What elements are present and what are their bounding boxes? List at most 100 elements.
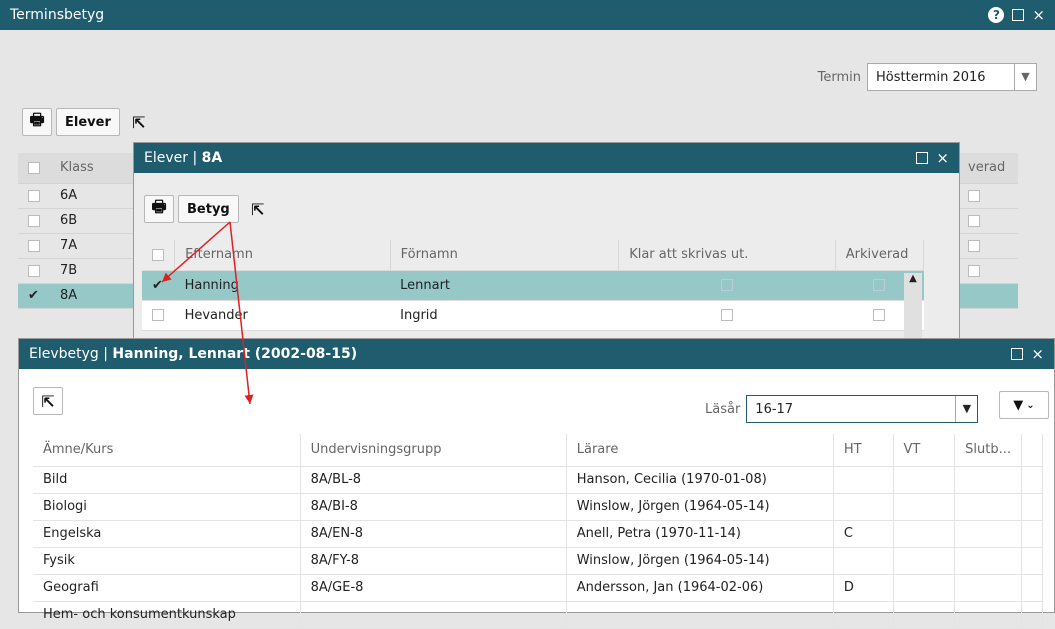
grupp-cell: 8A/FY-8 <box>300 547 567 574</box>
arkiverad-checkbox[interactable] <box>968 264 980 277</box>
column-efternamn[interactable]: Efternamn <box>174 240 391 270</box>
filter-button[interactable]: ▼ ⌄ <box>999 391 1049 419</box>
klar-checkbox[interactable] <box>720 279 733 291</box>
print-button[interactable]: 🖶 <box>22 108 52 136</box>
klar-checkbox[interactable] <box>720 309 733 321</box>
arkiverad-checkbox[interactable] <box>968 214 980 227</box>
print-icon: 🖶 <box>29 109 45 129</box>
column-arkiverad[interactable]: Arkiverad <box>835 240 925 270</box>
larare-cell: Hanson, Cecilia (1970-01-08) <box>566 466 834 493</box>
column-grupp[interactable]: Undervisningsgrupp <box>300 434 567 466</box>
ht-cell[interactable] <box>833 547 894 574</box>
grupp-cell <box>300 601 567 628</box>
slutbetyg-cell[interactable] <box>954 547 1022 574</box>
main-toolbar: 🖶 Elever ⇱ <box>22 108 154 136</box>
table-row[interactable]: Hevander Ingrid <box>142 300 924 330</box>
elevbetyg-titlebar: Elevbetyg | Hanning, Lennart (2002-08-15… <box>19 339 1054 369</box>
slutbetyg-cell[interactable] <box>954 493 1022 520</box>
slutbetyg-cell[interactable] <box>954 520 1022 547</box>
elever-scrollbar[interactable]: ▲ <box>904 273 922 341</box>
amne-cell: Biologi <box>33 493 301 520</box>
table-row[interactable]: Geografi 8A/GE-8 Andersson, Jan (1964-02-0… <box>33 574 1044 601</box>
close-icon[interactable]: × <box>936 149 949 167</box>
ht-cell[interactable] <box>833 466 894 493</box>
amne-cell: Bild <box>33 466 301 493</box>
slutbetyg-cell[interactable] <box>954 466 1022 493</box>
ht-cell[interactable] <box>833 493 894 520</box>
column-ht[interactable]: HT <box>833 434 894 466</box>
export-icon: ⇱ <box>41 391 55 411</box>
elever-header-row: Efternamn Förnamn Klar att skrivas ut. A… <box>142 240 925 270</box>
table-row[interactable]: Fysik 8A/FY-8 Winslow, Jörgen (1964-05-14) <box>33 547 1044 574</box>
checkmark-icon[interactable]: ✔ <box>28 288 39 303</box>
vt-cell[interactable] <box>893 520 956 547</box>
close-icon[interactable]: × <box>1032 6 1045 24</box>
column-arkiverad[interactable]: verad <box>958 153 1018 183</box>
column-larare[interactable]: Lärare <box>566 434 834 466</box>
filter-icon: ▼ <box>1013 397 1024 413</box>
arkiverad-checkbox[interactable] <box>873 309 886 321</box>
arkiverad-checkbox[interactable] <box>968 189 980 202</box>
print-button[interactable]: 🖶 <box>144 195 174 223</box>
lasar-label: Läsår <box>705 401 741 417</box>
table-row-selected[interactable]: ✔ Hanning Lennart <box>142 270 924 300</box>
lasar-dropdown[interactable]: 16-17 ▼ <box>746 395 979 423</box>
maximize-icon[interactable] <box>916 152 929 164</box>
checkmark-icon[interactable]: ✔ <box>152 278 163 293</box>
larare-cell: Anell, Petra (1970-11-14) <box>566 520 834 547</box>
column-klar[interactable]: Klar att skrivas ut. <box>618 240 836 270</box>
chevron-down-icon[interactable]: ▼ <box>955 396 977 422</box>
table-row[interactable]: Hem- och konsumentkunskap <box>33 601 1044 628</box>
amne-cell: Fysik <box>33 547 301 574</box>
row-checkbox[interactable] <box>28 214 40 227</box>
main-titlebar: Terminsbetyg ? × <box>0 0 1055 30</box>
larare-cell: Winslow, Jörgen (1964-05-14) <box>566 493 834 520</box>
export-button[interactable]: ⇱ <box>33 387 63 415</box>
termin-dropdown[interactable]: Hösttermin 2016 ▼ <box>867 63 1037 91</box>
column-amne[interactable]: Ämne/Kurs <box>33 434 301 466</box>
betyg-button[interactable]: Betyg <box>178 195 239 223</box>
column-spacer <box>1021 434 1044 466</box>
elevbetyg-window: Elevbetyg | Hanning, Lennart (2002-08-15… <box>18 338 1055 628</box>
table-row[interactable]: Biologi 8A/BI-8 Winslow, Jörgen (1964-05-1… <box>33 493 1044 520</box>
ht-cell[interactable] <box>833 601 894 628</box>
select-all-checkbox[interactable] <box>18 153 50 183</box>
close-icon[interactable]: × <box>1031 345 1044 363</box>
larare-cell <box>566 601 834 628</box>
table-row[interactable]: Engelska 8A/EN-8 Anell, Petra (1970-11-14)… <box>33 520 1044 547</box>
vt-cell[interactable] <box>893 493 956 520</box>
column-slutbetyg[interactable]: Slutb... <box>954 434 1022 466</box>
amne-cell: Hem- och konsumentkunskap <box>33 601 301 628</box>
vt-cell[interactable] <box>893 574 956 601</box>
row-checkbox[interactable] <box>28 239 40 252</box>
vt-cell[interactable] <box>893 466 956 493</box>
select-all-checkbox[interactable] <box>142 240 176 270</box>
column-vt[interactable]: VT <box>893 434 956 466</box>
vt-cell[interactable] <box>893 547 956 574</box>
ht-cell[interactable]: D <box>833 574 894 601</box>
table-row[interactable]: Bild 8A/BL-8 Hanson, Cecilia (1970-01-08) <box>33 466 1044 493</box>
slutbetyg-cell[interactable] <box>954 574 1022 601</box>
chevron-down-icon[interactable]: ▼ <box>1014 64 1036 90</box>
grupp-cell: 8A/BL-8 <box>300 466 567 493</box>
maximize-icon[interactable] <box>1012 9 1025 21</box>
termin-selector: Termin Hösttermin 2016 ▼ <box>818 63 1037 91</box>
arkiverad-checkbox[interactable] <box>968 239 980 252</box>
export-button[interactable]: ⇱ <box>124 108 154 136</box>
export-button[interactable]: ⇱ <box>243 195 273 223</box>
elever-button[interactable]: Elever <box>56 108 120 136</box>
lasar-selector: Läsår 16-17 ▼ <box>705 395 979 423</box>
grupp-cell: 8A/BI-8 <box>300 493 567 520</box>
arkiverad-checkbox[interactable] <box>873 279 886 291</box>
maximize-icon[interactable] <box>1011 348 1024 360</box>
termin-label: Termin <box>817 69 861 85</box>
vt-cell[interactable] <box>893 601 956 628</box>
row-checkbox[interactable] <box>28 264 40 277</box>
row-checkbox[interactable] <box>152 309 164 321</box>
slutbetyg-cell[interactable] <box>954 601 1022 628</box>
ht-cell[interactable]: C <box>833 520 894 547</box>
export-icon: ⇱ <box>132 112 146 132</box>
column-fornamn[interactable]: Förnamn <box>390 240 620 270</box>
help-icon[interactable]: ? <box>988 7 1005 23</box>
row-checkbox[interactable] <box>28 189 40 202</box>
